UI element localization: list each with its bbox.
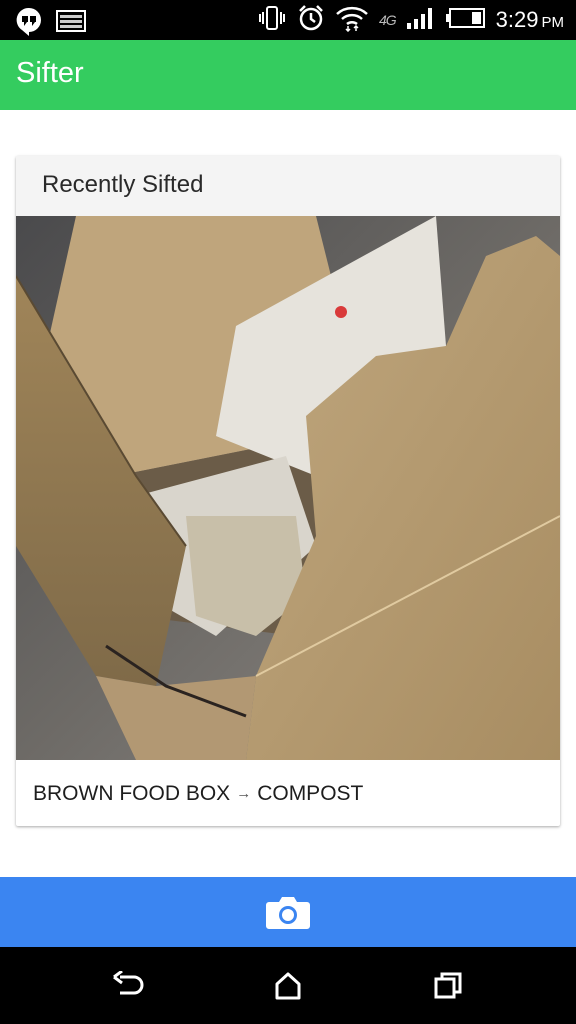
vibrate-icon bbox=[257, 5, 287, 36]
recents-button[interactable] bbox=[428, 967, 468, 1005]
home-icon bbox=[275, 972, 301, 1000]
signal-icon bbox=[406, 6, 436, 35]
back-icon bbox=[113, 971, 144, 995]
back-button[interactable] bbox=[108, 967, 148, 1005]
alarm-icon bbox=[297, 4, 325, 37]
card-header: Recently Sifted bbox=[16, 156, 560, 216]
battery-icon bbox=[445, 7, 486, 34]
network-type: 4G bbox=[378, 12, 397, 28]
status-time: 3:29 PM bbox=[495, 7, 564, 32]
camera-button[interactable] bbox=[262, 892, 314, 932]
item-photo bbox=[16, 216, 560, 760]
app-bar: Sifter bbox=[0, 40, 576, 110]
status-system: 4G 3:29 PM bbox=[257, 0, 564, 40]
recently-sifted-card[interactable]: Recently Sifted BROWN FOOD BOX → COMPOST bbox=[16, 156, 560, 826]
sift-result: BROWN FOOD BOX → COMPOST bbox=[33, 782, 363, 806]
hangouts-icon bbox=[14, 6, 44, 41]
home-button[interactable] bbox=[268, 967, 308, 1005]
arrow-right-icon: → bbox=[236, 784, 252, 802]
notification-card-icon bbox=[56, 9, 86, 38]
status-bar: 4G 3:29 PM bbox=[0, 0, 576, 40]
card-title: Recently Sifted bbox=[42, 171, 204, 198]
wifi-icon bbox=[335, 4, 369, 37]
recents-icon bbox=[434, 972, 462, 999]
camera-icon bbox=[266, 897, 310, 929]
card-footer: BROWN FOOD BOX → COMPOST bbox=[16, 760, 560, 826]
item-label: BROWN FOOD BOX bbox=[33, 782, 231, 805]
status-notifications bbox=[14, 6, 86, 41]
navigation-bar bbox=[0, 947, 576, 1024]
item-category: COMPOST bbox=[257, 782, 364, 805]
camera-bar bbox=[0, 877, 576, 947]
app-title: Sifter bbox=[16, 57, 84, 89]
